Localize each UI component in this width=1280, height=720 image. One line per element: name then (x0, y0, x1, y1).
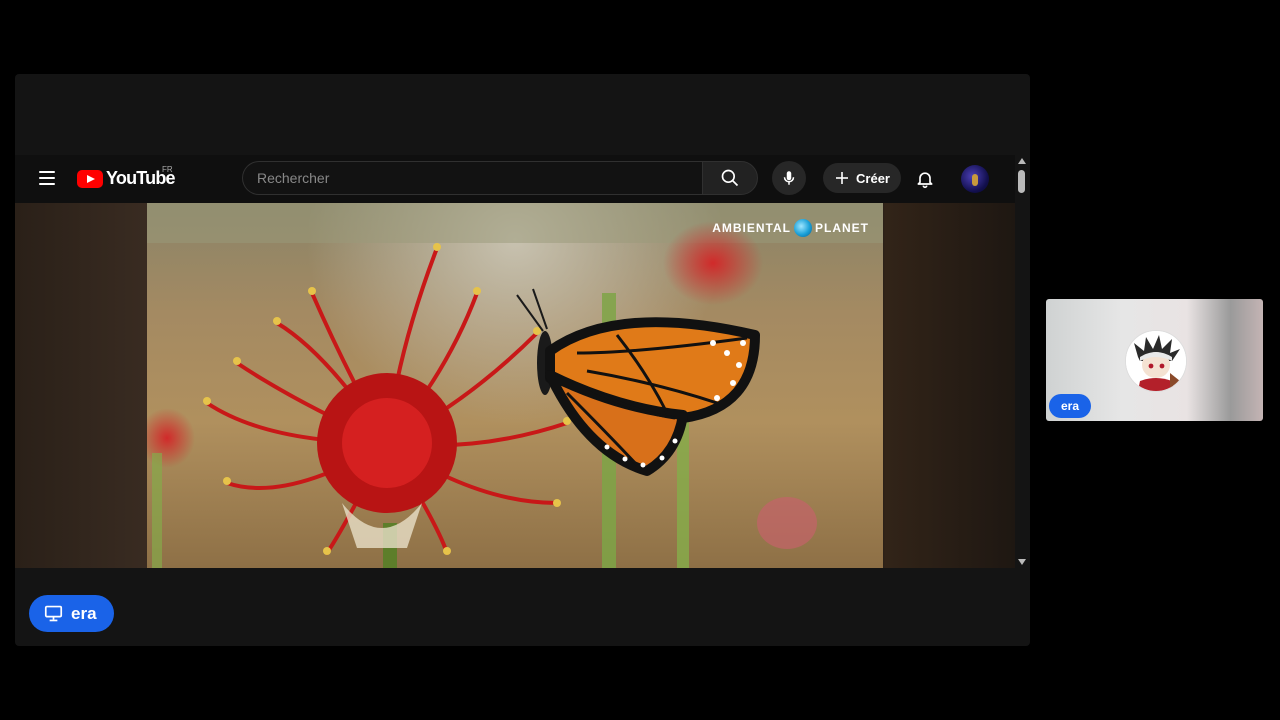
notifications-button[interactable] (913, 167, 937, 191)
youtube-play-icon (77, 169, 103, 188)
watermark-left-text: AMBIENTAL (712, 221, 791, 235)
create-button[interactable]: Créer (823, 163, 901, 193)
participant-avatar (1125, 330, 1187, 392)
anime-avatar-image (1126, 331, 1186, 391)
search-icon (721, 169, 739, 187)
plus-icon (836, 172, 849, 184)
presenter-name: era (71, 603, 97, 623)
page-scrollbar[interactable] (1015, 155, 1030, 568)
youtube-logo[interactable]: YouTube (77, 168, 176, 189)
search-input[interactable] (242, 161, 702, 195)
watermark-right-text: PLANET (815, 221, 869, 235)
scroll-down-arrow-icon[interactable] (1018, 559, 1026, 565)
country-code: FR (162, 165, 173, 174)
youtube-header: YouTube FR Créer (15, 155, 1015, 203)
presenter-name-chip[interactable]: era (29, 595, 114, 632)
scroll-thumb[interactable] (1018, 170, 1025, 193)
screen-share-window: YouTube FR Créer (15, 74, 1030, 646)
participant-name-badge: era (1049, 394, 1092, 418)
video-frame[interactable]: AMBIENTAL PLANET (147, 203, 883, 568)
menu-icon[interactable] (39, 171, 55, 185)
scroll-up-arrow-icon[interactable] (1018, 158, 1026, 164)
search-button[interactable] (702, 161, 758, 195)
channel-watermark: AMBIENTAL PLANET (712, 219, 869, 237)
participant-name: era (1061, 399, 1080, 413)
mic-icon (783, 171, 795, 185)
create-label: Créer (856, 170, 890, 186)
voice-search-button[interactable] (772, 161, 806, 195)
account-avatar[interactable] (961, 165, 989, 193)
screen-share-icon (44, 605, 63, 622)
butterfly-flower-scene (147, 203, 883, 568)
video-player[interactable]: AMBIENTAL PLANET (15, 203, 1015, 568)
participant-tile[interactable]: era (1046, 299, 1263, 421)
butterfly (516, 288, 760, 476)
globe-icon (794, 219, 812, 237)
bell-icon (917, 172, 933, 189)
